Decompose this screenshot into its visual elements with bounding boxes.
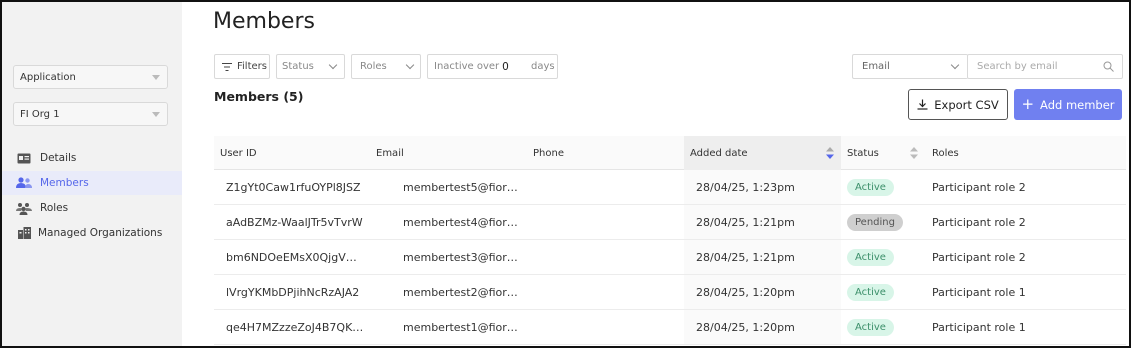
- plus-icon: +: [1021, 95, 1035, 113]
- roles-filter-placeholder: Roles: [360, 61, 387, 72]
- filter-icon: [222, 62, 232, 71]
- email-cell: membertest4@fior…: [403, 215, 518, 229]
- status-badge: Pending: [847, 213, 903, 231]
- email-cell: membertest5@fior…: [403, 180, 518, 194]
- group-icon: [16, 201, 32, 215]
- column-header-roles[interactable]: Roles: [926, 136, 1126, 170]
- user-id-cell: Z1gYt0Caw1rfuOYPl8JSZ: [226, 180, 361, 194]
- search-placeholder: Search by email: [977, 61, 1058, 72]
- search-icon: [1103, 61, 1114, 75]
- table-row[interactable]: lVrgYKMbDPjihNcRzAJA2 membertest2@fior… …: [214, 275, 1126, 310]
- column-header-label: User ID: [220, 147, 257, 159]
- added-date-cell: 28/04/25, 1:21pm: [684, 240, 841, 274]
- roles-cell: Participant role 2: [932, 250, 1026, 264]
- organization-select-value: FI Org 1: [20, 109, 60, 120]
- sort-icon[interactable]: [910, 147, 918, 159]
- download-icon: [917, 99, 928, 110]
- page-title: Members: [213, 9, 315, 34]
- building-icon: [16, 226, 32, 240]
- export-csv-label: Export CSV: [934, 97, 999, 112]
- sort-icon[interactable]: [826, 147, 834, 159]
- column-header-email[interactable]: Email: [370, 136, 527, 170]
- search-input[interactable]: Search by email: [967, 54, 1123, 79]
- email-field-select[interactable]: Email: [852, 54, 968, 79]
- email-cell: membertest3@fior…: [403, 250, 518, 264]
- email-cell: membertest2@fior…: [403, 285, 518, 299]
- user-id-cell: qe4H7MZzzeZoJ4B7QK…: [226, 320, 364, 334]
- chevron-down-icon: [152, 112, 160, 117]
- email-field-select-value: Email: [862, 61, 890, 72]
- filters-button[interactable]: Filters: [214, 54, 270, 79]
- app-window: Application FI Org 1 Details Members Rol…: [0, 0, 1131, 348]
- sidebar-item-roles[interactable]: Roles: [2, 196, 182, 220]
- application-select-value: Application: [20, 72, 76, 83]
- column-header-label: Email: [376, 147, 404, 159]
- filters-label: Filters: [237, 61, 267, 72]
- roles-cell: Participant role 1: [932, 320, 1026, 334]
- column-header-label: Added date: [690, 147, 748, 159]
- sidebar-item-managed-organizations[interactable]: Managed Organizations: [2, 221, 182, 245]
- chevron-down-icon: [950, 60, 960, 70]
- table-row[interactable]: aAdBZMz-WaalJTr5vTvrW membertest4@fior… …: [214, 205, 1126, 240]
- added-date-cell: 28/04/25, 1:20pm: [684, 275, 841, 309]
- sidebar-item-label: Managed Organizations: [38, 227, 163, 239]
- roles-filter-select[interactable]: Roles: [351, 54, 421, 79]
- status-filter-select[interactable]: Status: [276, 54, 345, 79]
- user-id-cell: aAdBZMz-WaalJTr5vTvrW: [226, 215, 363, 229]
- users-icon: [16, 176, 32, 190]
- table-header: User ID Email Phone Added date Status Ro…: [214, 136, 1126, 170]
- status-badge: Active: [847, 318, 894, 336]
- sidebar-item-label: Members: [40, 177, 89, 189]
- column-header-label: Phone: [533, 147, 564, 159]
- inactive-suffix-label: days: [531, 61, 555, 72]
- sidebar-item-members[interactable]: Members: [2, 171, 182, 195]
- user-id-cell: lVrgYKMbDPjihNcRzAJA2: [226, 285, 360, 299]
- status-badge: Active: [847, 178, 894, 196]
- column-header-label: Status: [847, 147, 879, 159]
- inactive-prefix-label: Inactive over: [434, 61, 500, 72]
- application-select[interactable]: Application: [13, 65, 168, 89]
- roles-cell: Participant role 1: [932, 285, 1026, 299]
- chevron-down-icon: [405, 60, 415, 70]
- inactive-days-filter[interactable]: Inactive over 0 days: [427, 54, 558, 79]
- column-header-phone[interactable]: Phone: [527, 136, 684, 170]
- sidebar-item-label: Roles: [40, 202, 69, 214]
- table-row[interactable]: Z1gYt0Caw1rfuOYPl8JSZ membertest5@fior… …: [214, 170, 1126, 205]
- user-id-cell: bm6NDOeEMsX0QjgV…: [226, 250, 357, 264]
- column-header-status[interactable]: Status: [841, 136, 926, 170]
- roles-cell: Participant role 2: [932, 180, 1026, 194]
- roles-cell: Participant role 2: [932, 215, 1026, 229]
- column-header-label: Roles: [932, 147, 959, 159]
- sidebar-item-label: Details: [40, 152, 77, 164]
- members-count: Members (5): [214, 89, 304, 104]
- add-member-button[interactable]: + Add member: [1014, 89, 1122, 120]
- status-badge: Active: [847, 248, 894, 266]
- table-row[interactable]: bm6NDOeEMsX0QjgV… membertest3@fior… 28/0…: [214, 240, 1126, 275]
- added-date-cell: 28/04/25, 1:23pm: [684, 170, 841, 204]
- card-icon: [16, 151, 32, 165]
- chevron-down-icon: [328, 60, 338, 70]
- added-date-cell: 28/04/25, 1:21pm: [684, 205, 841, 239]
- add-member-label: Add member: [1040, 97, 1115, 112]
- status-filter-placeholder: Status: [282, 61, 314, 72]
- added-date-cell: 28/04/25, 1:20pm: [684, 310, 841, 344]
- sidebar: Application FI Org 1 Details Members Rol…: [2, 2, 182, 346]
- organization-select[interactable]: FI Org 1: [13, 102, 168, 126]
- inactive-days-input[interactable]: 0: [502, 61, 509, 73]
- column-header-user-id[interactable]: User ID: [214, 136, 370, 170]
- chevron-down-icon: [152, 75, 160, 80]
- export-csv-button[interactable]: Export CSV: [908, 89, 1008, 120]
- sidebar-item-details[interactable]: Details: [2, 146, 182, 170]
- email-cell: membertest1@fior…: [403, 320, 518, 334]
- status-badge: Active: [847, 283, 894, 301]
- table-row[interactable]: qe4H7MZzzeZoJ4B7QK… membertest1@fior… 28…: [214, 310, 1126, 345]
- column-header-added-date[interactable]: Added date: [684, 136, 841, 170]
